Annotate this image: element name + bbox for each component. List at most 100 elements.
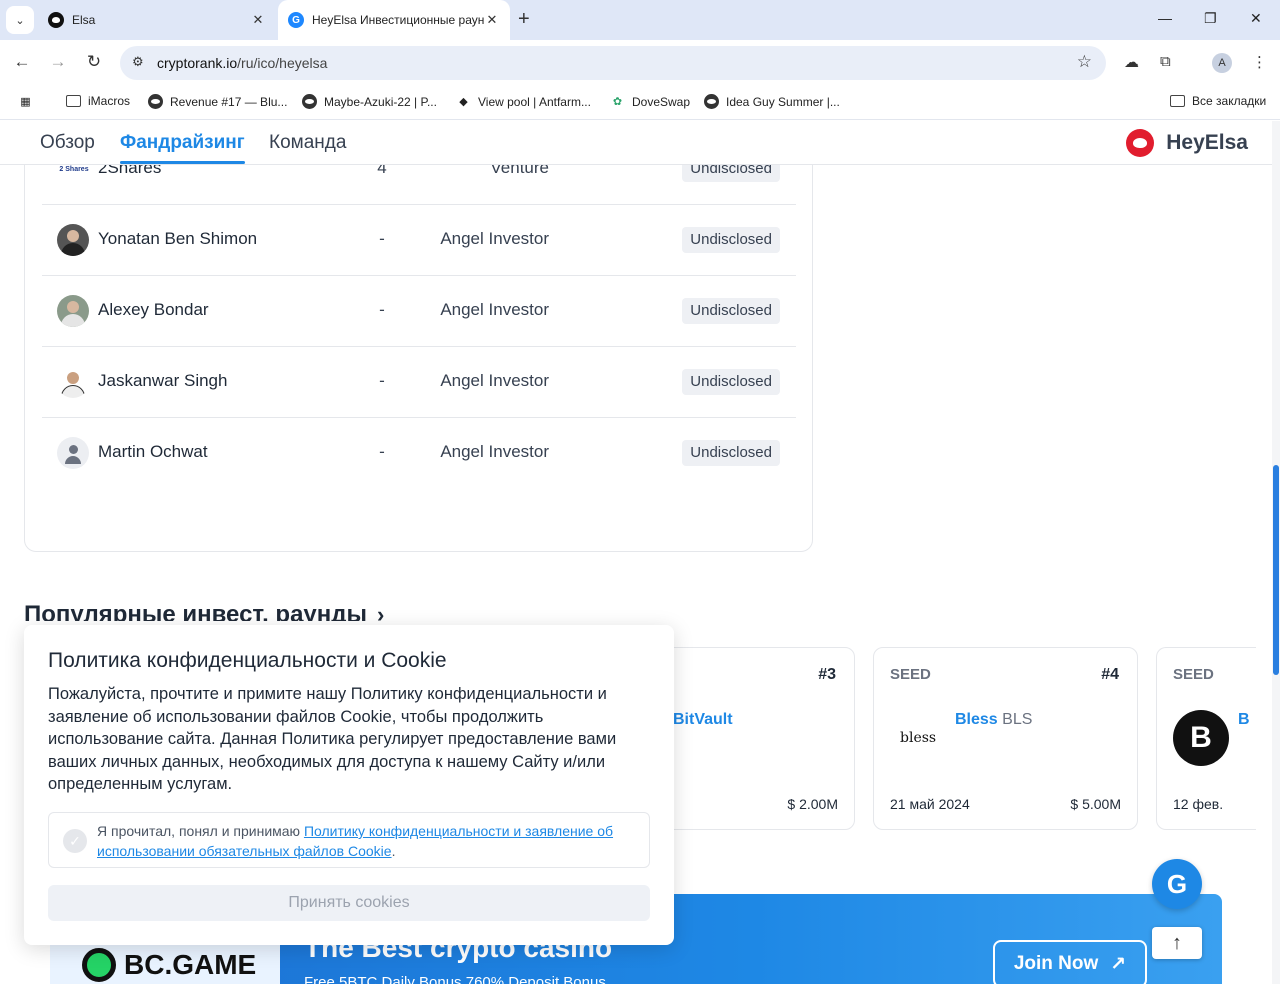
bookmark-label: Revenue #17 — Blu... bbox=[170, 94, 288, 109]
bookmark-revenue[interactable]: Revenue #17 — Blu... bbox=[148, 94, 287, 109]
bookmark-azuki[interactable]: Maybe-Azuki-22 | P... bbox=[302, 94, 437, 109]
table-row[interactable]: Yonatan Ben Shimon - Angel Investor Undi… bbox=[42, 204, 796, 275]
bookmark-favicon-icon bbox=[302, 94, 317, 109]
round-date: 12 фев. bbox=[1173, 796, 1224, 812]
round-rank: #4 bbox=[1101, 666, 1119, 683]
bookmark-label: DoveSwap bbox=[632, 94, 691, 109]
bookmark-star-icon[interactable]: ☆ bbox=[1077, 52, 1092, 72]
page-content: 2 Shares 2Shares 4 Venture Undisclosed Y… bbox=[0, 121, 1272, 984]
cookie-title: Политика конфиденциальности и Cookie bbox=[48, 649, 447, 672]
arrow-up-icon: ↑ bbox=[1172, 931, 1182, 954]
amount-badge: Undisclosed bbox=[682, 227, 780, 253]
table-row[interactable]: Martin Ochwat - Angel Investor Undisclos… bbox=[42, 417, 796, 488]
amount-badge: Undisclosed bbox=[682, 369, 780, 395]
bookmark-label: Все закладки bbox=[1192, 94, 1267, 108]
all-bookmarks[interactable]: Все закладки bbox=[1170, 94, 1266, 108]
tab-fundraising[interactable]: Фандрайзинг bbox=[120, 132, 245, 154]
bookmark-label: Maybe-Azuki-22 | P... bbox=[324, 94, 437, 109]
close-window-icon[interactable]: ✕ bbox=[1250, 10, 1262, 27]
menu-dots-icon[interactable]: ⋮ bbox=[1252, 53, 1267, 71]
round-amount: $ 2.00M bbox=[787, 796, 838, 812]
project-name[interactable]: BitVault bbox=[673, 711, 733, 729]
cookie-consent-box[interactable]: ✓ Я прочитал, понял и принимаю Политику … bbox=[48, 812, 650, 868]
site-settings-icon[interactable]: ⚙ bbox=[132, 54, 144, 70]
bcgame-mark-icon bbox=[82, 948, 116, 982]
new-tab-button[interactable]: + bbox=[518, 9, 530, 29]
address-bar[interactable]: ⚙ cryptorank.io/ru/ico/heyelsa ☆ bbox=[120, 46, 1106, 80]
url-text[interactable]: cryptorank.io/ru/ico/heyelsa bbox=[157, 55, 327, 71]
popular-rounds-title[interactable]: Популярные инвест. раунды › bbox=[24, 599, 384, 621]
round-rank: #3 bbox=[818, 666, 836, 683]
join-now-button[interactable]: Join Now ↗ bbox=[993, 940, 1147, 984]
scroll-to-top-button[interactable]: ↑ bbox=[1152, 927, 1202, 959]
scrollbar-thumb[interactable] bbox=[1273, 465, 1279, 675]
browser-toolbar: ← → ↻ ⚙ cryptorank.io/ru/ico/heyelsa ☆ ☁… bbox=[0, 40, 1280, 86]
bookmark-antfarm[interactable]: ◆ View pool | Antfarm... bbox=[456, 94, 591, 109]
round-stage: SEED bbox=[1173, 666, 1214, 683]
tab-elsa[interactable]: Elsa ✕ bbox=[38, 0, 276, 40]
bookmark-label: iMacros bbox=[88, 94, 131, 108]
bless-logo: bless bbox=[900, 730, 937, 746]
bcgame-logo: BC.GAME bbox=[82, 948, 256, 982]
heyelsa-logo-icon bbox=[1126, 129, 1155, 157]
investor-name[interactable]: Martin Ochwat bbox=[98, 442, 208, 462]
reload-icon[interactable]: ↻ bbox=[84, 52, 104, 72]
bookmark-imacros[interactable]: iMacros bbox=[66, 94, 130, 108]
amount-badge: Undisclosed bbox=[682, 298, 780, 324]
arrow-up-right-icon: ↗ bbox=[1110, 953, 1127, 975]
round-amount: $ 5.00M bbox=[1070, 796, 1121, 812]
elsa-favicon-icon bbox=[48, 12, 64, 28]
tab-bar: ⌄ Elsa ✕ G HeyElsa Инвестиционные раунды… bbox=[0, 0, 1280, 40]
table-row[interactable]: Alexey Bondar - Angel Investor Undisclos… bbox=[42, 275, 796, 346]
bookmark-doveswap[interactable]: ✿ DoveSwap bbox=[610, 94, 690, 109]
cryptorank-assistant-button[interactable]: G bbox=[1152, 859, 1202, 909]
investor-type: Angel Investor bbox=[440, 371, 549, 390]
back-icon[interactable]: ← bbox=[12, 52, 32, 72]
forward-icon[interactable]: → bbox=[48, 52, 68, 72]
coin-logo-icon: B bbox=[1173, 710, 1229, 766]
investor-name[interactable]: Alexey Bondar bbox=[98, 300, 209, 320]
investors-card: 2 Shares 2Shares 4 Venture Undisclosed Y… bbox=[24, 121, 813, 552]
extension-icon[interactable]: ☁ bbox=[1124, 53, 1139, 71]
project-brand[interactable]: HeyElsa bbox=[1126, 129, 1248, 157]
tab-heyelsa[interactable]: G HeyElsa Инвестиционные раунды ✕ bbox=[278, 0, 510, 40]
apps-icon[interactable]: ▦ bbox=[18, 94, 40, 109]
cryptorank-favicon-icon: G bbox=[288, 12, 304, 28]
profile-avatar[interactable]: A bbox=[1212, 53, 1232, 73]
round-date: 21 май 2024 bbox=[890, 796, 970, 812]
folder-icon bbox=[1170, 95, 1185, 107]
puzzle-icon[interactable]: ⧉ bbox=[1160, 53, 1171, 70]
table-row[interactable]: Jaskanwar Singh - Angel Investor Undiscl… bbox=[42, 346, 796, 417]
close-tab-icon[interactable]: ✕ bbox=[484, 12, 500, 28]
avatar bbox=[57, 366, 89, 398]
grid-icon: ▦ bbox=[20, 96, 31, 108]
investor-name[interactable]: Yonatan Ben Shimon bbox=[98, 229, 257, 249]
round-card[interactable]: SEED B B 12 фев. bbox=[1156, 647, 1256, 830]
cookie-body: Пожалуйста, прочтите и примите нашу Поли… bbox=[48, 685, 617, 794]
minimize-icon[interactable]: — bbox=[1158, 10, 1172, 26]
tab-team[interactable]: Команда bbox=[269, 132, 346, 154]
checkbox-check-icon[interactable]: ✓ bbox=[63, 829, 87, 853]
url-host: cryptorank.io bbox=[157, 55, 238, 71]
tab-overview[interactable]: Обзор bbox=[40, 132, 95, 154]
investor-name[interactable]: Jaskanwar Singh bbox=[98, 371, 227, 391]
bookmark-label: View pool | Antfarm... bbox=[478, 94, 591, 109]
accept-cookies-button[interactable]: Принять cookies bbox=[48, 885, 650, 921]
investor-type: Angel Investor bbox=[440, 229, 549, 248]
round-card[interactable]: SEED #4 bless Bless BLS 21 май 2024 $ 5.… bbox=[873, 647, 1138, 830]
chevron-down-icon: ⌄ bbox=[15, 14, 25, 27]
close-tab-icon[interactable]: ✕ bbox=[250, 12, 266, 28]
bookmark-favicon-icon bbox=[704, 94, 719, 109]
section-title-text: Популярные инвест. раунды bbox=[24, 601, 367, 621]
bookmark-ideaguy[interactable]: Idea Guy Summer |... bbox=[704, 94, 840, 109]
tab-search-button[interactable]: ⌄ bbox=[6, 6, 34, 34]
bookmark-favicon-icon bbox=[148, 94, 163, 109]
investor-rounds: - bbox=[379, 300, 385, 319]
restore-icon[interactable]: ❐ bbox=[1204, 10, 1217, 27]
project-name[interactable]: Bless BLS bbox=[955, 711, 1032, 729]
diamond-icon: ◆ bbox=[459, 96, 468, 108]
investor-rounds: - bbox=[379, 371, 385, 390]
amount-badge: Undisclosed bbox=[682, 440, 780, 466]
project-name[interactable]: B bbox=[1238, 711, 1250, 729]
folder-icon bbox=[66, 95, 81, 107]
